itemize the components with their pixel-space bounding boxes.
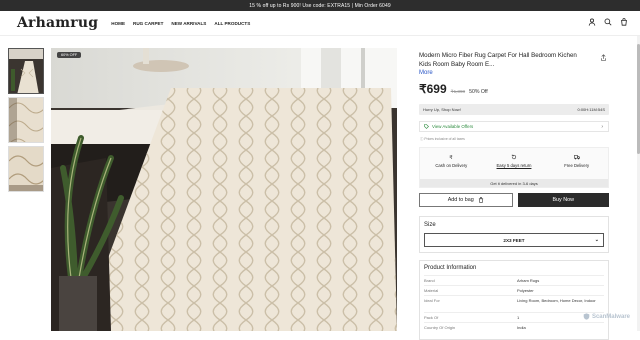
main-product-image[interactable]: 60% OFF [51,48,397,331]
price-row: ₹699 ₹1,398 50% Off [419,82,609,96]
site-header: Arhamrug HOME RUG CARPET NEW ARRIVALS AL… [0,11,640,36]
action-buttons: Add to bag Buy Now [419,193,609,207]
product-info-panel: Modern Micro Fiber Rug Carpet For Hall B… [419,52,609,340]
service-returns[interactable]: Easy 5 days return [486,154,541,168]
info-key: Country Of Origin [424,325,517,330]
service-free-delivery: Free Delivery [549,154,604,168]
brand-logo[interactable]: Arhamrug [17,15,98,31]
offers-label: View Available Offers [432,124,473,129]
nav-all-products[interactable]: ALL PRODUCTS [214,21,250,26]
chevron-down-icon: ⌄ [595,237,599,243]
share-icon[interactable] [600,54,607,61]
thumbnail-2[interactable] [8,97,44,143]
user-icon[interactable] [588,18,596,26]
info-value: Living Room, Bedroom, Home Decor, Indoor [517,298,604,310]
tax-note: ⓘ Prices inclusive of all taxes [419,136,609,141]
rug-texture-image [9,147,44,192]
hurry-text: Hurry Up, Shop Now! [423,107,461,112]
service-cod: ₹ Cash on Delivery [424,154,479,168]
discount-percent: 50% Off [469,89,488,95]
hurry-banner: Hurry Up, Shop Now! 0:00H:11M:54S [419,104,609,115]
thumbnail-1[interactable] [8,48,44,94]
announcement-bar: 15 % off up to Rs 900! Use code: EXTRA15… [0,0,640,11]
tag-icon [424,124,429,129]
nav-rug-carpet[interactable]: RUG CARPET [133,21,163,26]
nav-home[interactable]: HOME [111,21,125,26]
product-title: Modern Micro Fiber Rug Carpet For Hall B… [419,52,589,69]
svg-text:₹: ₹ [450,155,454,160]
info-row: MaterialPolyester [424,285,604,295]
tax-note-text: Prices inclusive of all taxes [424,137,465,141]
original-price: ₹1,398 [451,89,465,95]
free-delivery-label: Free Delivery [564,163,589,168]
add-to-bag-button[interactable]: Add to bag [419,193,513,207]
return-icon [511,154,517,160]
info-value: India [517,325,604,330]
info-key: Pack Of [424,315,517,320]
delivery-estimate: Get it delivered in 3-6 days [420,179,608,187]
bag-icon [478,197,484,203]
view-offers-button[interactable]: View Available Offers › [419,121,609,132]
info-row: BrandArham Rugs [424,275,604,285]
product-information-title: Product Information [424,265,604,271]
chevron-right-icon: › [601,124,603,130]
search-icon[interactable] [604,18,612,26]
info-key: Brand [424,278,517,283]
cart-icon[interactable] [620,18,628,26]
nav-new-arrivals[interactable]: NEW ARRIVALS [171,21,206,26]
more-link[interactable]: More [419,70,609,76]
info-value: Arham Rugs [517,278,604,283]
info-row: Pack Of1 [424,312,604,322]
cod-label: Cash on Delivery [435,163,467,168]
discount-badge: 60% OFF [57,52,81,58]
watermark-text: ScanMalware [592,314,630,320]
rug-room-photo [51,48,397,331]
rupee-icon: ₹ [448,154,454,160]
size-section: Size 2X3 FEET ⌄ [419,216,609,253]
watermark: ScanMalware [583,313,630,320]
rug-thumbnail-image [9,49,44,94]
thumbnail-gallery [8,48,45,195]
rug-closeup-image [9,98,44,143]
add-to-bag-label: Add to bag [448,197,474,203]
truck-icon [574,154,580,160]
buy-now-button[interactable]: Buy Now [518,193,610,207]
product-information: Product Information BrandArham Rugs Mate… [419,260,609,340]
announcement-text: 15 % off up to Rs 900! Use code: EXTRA15… [249,3,390,9]
info-row: Ideal ForLiving Room, Bedroom, Home Deco… [424,295,604,312]
thumbnail-3[interactable] [8,146,44,192]
info-value: Polyester [517,288,604,293]
main-nav: HOME RUG CARPET NEW ARRIVALS ALL PRODUCT… [111,21,250,26]
returns-label: Easy 5 days return [497,163,532,168]
sale-price: ₹699 [419,82,447,96]
size-value: 2X3 FEET [503,238,524,243]
size-label: Size [424,222,604,228]
header-icons [588,18,628,26]
shield-icon [583,313,590,320]
size-select[interactable]: 2X3 FEET ⌄ [424,233,604,247]
countdown-timer: 0:00H:11M:54S [578,107,606,112]
info-key: Material [424,288,517,293]
info-key: Ideal For [424,298,517,310]
services-box: ₹ Cash on Delivery Easy 5 days return Fr… [419,147,609,188]
